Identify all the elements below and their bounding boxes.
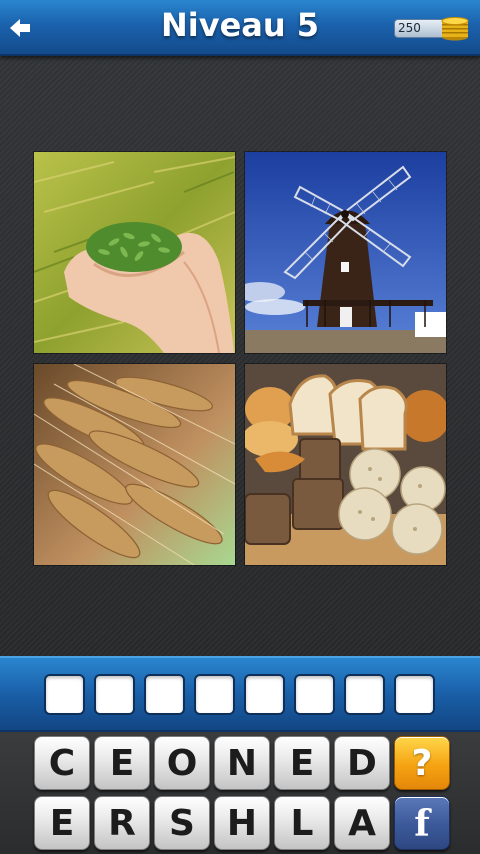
- answer-slot[interactable]: [194, 674, 235, 715]
- answer-slot[interactable]: [394, 674, 435, 715]
- top-bar: Niveau 5 250: [0, 0, 480, 56]
- letter-key[interactable]: D: [334, 736, 390, 790]
- answer-slot[interactable]: [144, 674, 185, 715]
- answer-slot[interactable]: [44, 674, 85, 715]
- letter-key[interactable]: A: [334, 796, 390, 850]
- letter-key[interactable]: E: [274, 736, 330, 790]
- letter-key[interactable]: N: [214, 736, 270, 790]
- picture-grid: [34, 152, 446, 566]
- letter-key[interactable]: R: [94, 796, 150, 850]
- letter-keyboard: C E O N E D ? E R S H L A f: [0, 732, 480, 854]
- letter-key[interactable]: C: [34, 736, 90, 790]
- answer-slot[interactable]: [94, 674, 135, 715]
- answer-slot[interactable]: [244, 674, 285, 715]
- letter-key[interactable]: S: [154, 796, 210, 850]
- letter-key[interactable]: H: [214, 796, 270, 850]
- picture-wheat[interactable]: [34, 364, 235, 565]
- gold-coins-icon: [441, 17, 469, 41]
- answer-slot[interactable]: [344, 674, 385, 715]
- facebook-share-button[interactable]: f: [394, 796, 450, 850]
- answer-bar: [0, 656, 480, 732]
- letter-key[interactable]: O: [154, 736, 210, 790]
- hint-button[interactable]: ?: [394, 736, 450, 790]
- letter-key[interactable]: L: [274, 796, 330, 850]
- letter-key[interactable]: E: [94, 736, 150, 790]
- picture-windmill[interactable]: [245, 152, 446, 353]
- answer-slot[interactable]: [294, 674, 335, 715]
- picture-grain-hands[interactable]: [34, 152, 235, 353]
- letter-key[interactable]: E: [34, 796, 90, 850]
- coin-counter: 250: [394, 15, 470, 41]
- picture-bread[interactable]: [245, 364, 446, 565]
